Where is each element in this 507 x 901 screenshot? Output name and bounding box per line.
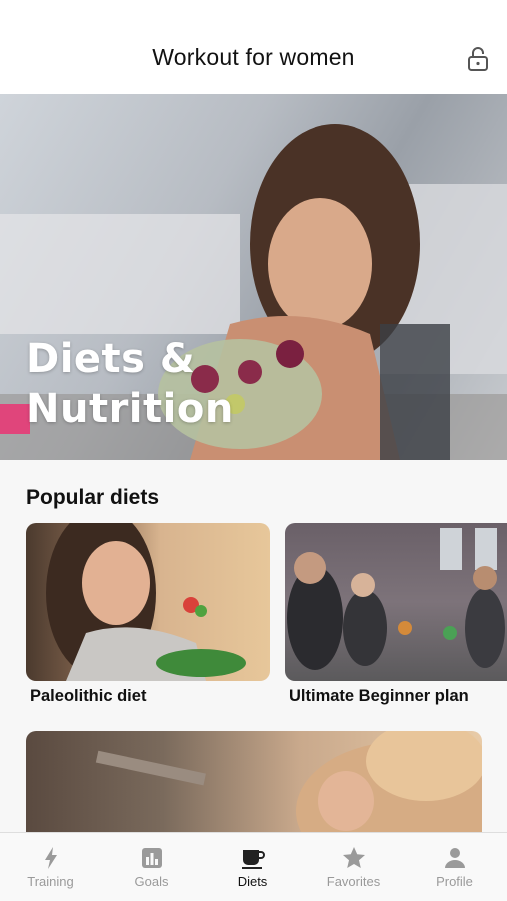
- hero-title: Diets & Nutrition: [26, 334, 234, 434]
- chart-icon: [142, 848, 162, 868]
- star-icon: [343, 847, 365, 868]
- hero-banner[interactable]: Diets & Nutrition: [0, 94, 507, 460]
- bolt-icon: [45, 847, 57, 869]
- diet-card-third[interactable]: [26, 731, 482, 832]
- tab-diets[interactable]: Diets: [202, 833, 303, 901]
- hero-title-line2: Nutrition: [26, 386, 234, 432]
- cup-icon: [242, 850, 265, 869]
- tab-label: Profile: [436, 874, 473, 889]
- card-label: Paleolithic diet: [30, 687, 147, 705]
- tab-label: Favorites: [326, 874, 381, 889]
- tab-goals[interactable]: Goals: [101, 833, 202, 901]
- diet-card-beginner[interactable]: Ultimate Beginner plan: [285, 523, 507, 705]
- card-image: [285, 523, 507, 681]
- card-image: [26, 523, 270, 681]
- page-title: Workout for women: [152, 44, 355, 70]
- tab-label: Diets: [237, 874, 268, 889]
- card-label: Ultimate Beginner plan: [289, 687, 469, 705]
- diet-card-paleolithic[interactable]: Paleolithic diet: [26, 523, 270, 705]
- tab-label: Goals: [134, 874, 169, 889]
- tab-profile[interactable]: Profile: [404, 833, 505, 901]
- tab-favorites[interactable]: Favorites: [303, 833, 404, 901]
- tab-label: Training: [27, 874, 74, 889]
- lock-icon[interactable]: [466, 46, 490, 72]
- tab-training[interactable]: Training: [0, 833, 101, 901]
- tab-bar: Training Goals Diets Favorites Profile: [0, 832, 507, 901]
- section-title: Popular diets: [26, 486, 160, 509]
- hero-title-line1: Diets &: [26, 336, 196, 382]
- person-icon: [445, 848, 465, 868]
- app-header: Workout for women: [0, 0, 507, 94]
